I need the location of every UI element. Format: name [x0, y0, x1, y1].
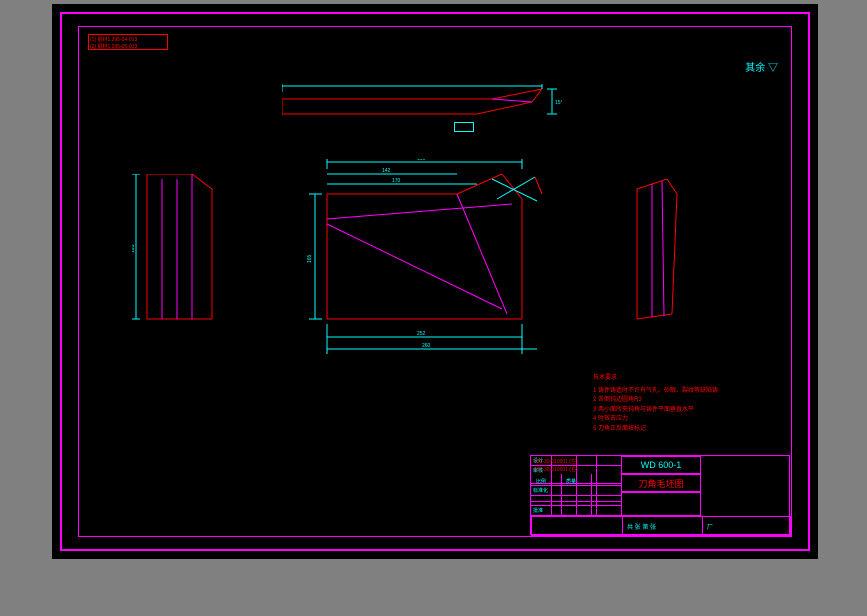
dim-front-w4: 252 — [417, 331, 426, 337]
right-view — [632, 179, 687, 324]
surface-finish-symbol: 其余 ▽ — [745, 59, 778, 74]
factory-label: 厂 — [707, 522, 713, 531]
note-line-1: (1) 钢材1.295-04-013 — [90, 36, 166, 43]
tech-item-3: 3 两小面所夹钝角与铸件平面垂直水平 — [593, 406, 773, 416]
tech-title: 技术要求 — [593, 374, 773, 384]
title-block-bottom: 共 张 第 张 厂 — [531, 516, 791, 536]
top-view: 260 15° — [282, 84, 562, 134]
drawing-name: 刀角毛坯图 — [621, 474, 701, 492]
dim-front-w2: 142 — [382, 168, 391, 174]
drawing-number: WD 600-1 — [621, 456, 701, 474]
technical-requirements: 技术要求 1 铸件铸造时不许有气孔、砂眼、裂纹等缺陷铸 2 各倒钝边圆角R3 3… — [593, 374, 773, 435]
dim-front-h1: 165 — [307, 254, 313, 263]
tb-scale-label: 比例 — [536, 478, 546, 485]
left-view: 195 — [132, 174, 227, 329]
cad-canvas[interactable]: (1) 钢材1.295-04-013 (2) 钢材1.295-05-013 其余… — [52, 4, 818, 559]
front-view: 195 142 170 252 260 165 — [297, 159, 557, 359]
dim-front-w3: 170 — [392, 178, 401, 184]
material-1: 330-30-010001 (左) — [534, 458, 578, 465]
section-marker — [454, 122, 474, 132]
dim-top-width: 260 — [407, 84, 416, 86]
tech-item-4: 4 时效去应力 — [593, 415, 773, 425]
tb-approve-label: 批准 — [533, 507, 543, 514]
title-block-right: 330-30-010001 (左) 330-30-010001 (右) 比例 质… — [531, 536, 621, 616]
dim-front-w5: 260 — [422, 343, 431, 349]
tech-item-2: 2 各倒钝边圆角R3 — [593, 396, 773, 406]
dim-front-w1: 195 — [417, 159, 426, 162]
tech-item-1: 1 铸件铸造时不许有气孔、砂眼、裂纹等缺陷铸 — [593, 387, 773, 397]
tb-center-mid — [621, 492, 701, 516]
tb-mass-label: 质量 — [566, 478, 576, 485]
revision-note-box: (1) 钢材1.295-04-013 (2) 钢材1.295-05-013 — [88, 34, 168, 50]
tech-item-5: 5 刀角正反面按标记 — [593, 425, 773, 435]
note-line-2: (2) 钢材1.295-05-013 — [90, 43, 166, 50]
sheet-info: 共 张 第 张 — [627, 522, 656, 531]
title-block: 设计 审核 标准化 批准 WD 600-1 刀角毛坯图 330-30-01000… — [530, 455, 790, 535]
dim-left-height: 195 — [132, 244, 136, 253]
material-2: 330-30-010001 (右) — [534, 466, 578, 473]
dim-top-angle: 15° — [555, 100, 562, 106]
